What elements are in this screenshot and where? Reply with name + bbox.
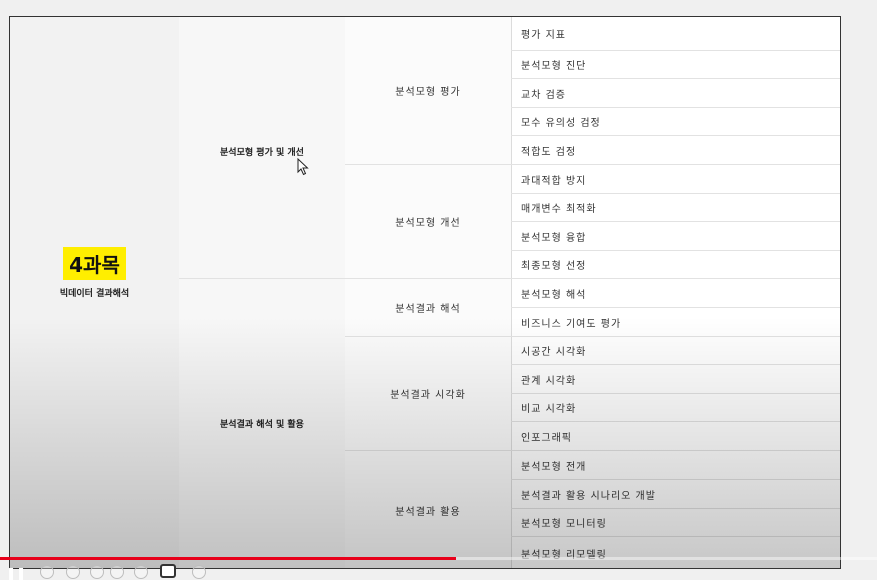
item-cell: 분석모형 진단 xyxy=(511,51,840,79)
pause-icon[interactable]: ❚❚ xyxy=(6,566,26,580)
subgroup-cell: 분석결과 활용 xyxy=(345,451,511,568)
item-label: 교차 검증 xyxy=(521,89,566,101)
course-column: 4과목 빅데이터 결과해석 xyxy=(10,17,180,568)
mouse-cursor-icon xyxy=(297,158,309,176)
mute-icon[interactable] xyxy=(66,565,80,579)
item-label: 평가 지표 xyxy=(521,30,566,41)
group-column: 분석모형 평가 및 개선 분석결과 해석 및 활용 xyxy=(179,17,346,568)
subgroup-label: 분석모형 평가 xyxy=(395,87,461,98)
group-label: 분석모형 평가 및 개선 xyxy=(220,148,304,158)
group-label: 분석결과 해석 및 활용 xyxy=(220,420,304,430)
item-cell: 분석모형 해석 xyxy=(511,279,840,308)
subgroup-label: 분석결과 해석 xyxy=(395,304,461,315)
miniplayer-icon[interactable] xyxy=(192,565,206,579)
item-label: 과대적합 방지 xyxy=(521,175,587,187)
item-cell: 분석모형 모니터링 xyxy=(511,509,840,537)
subgroup-cell: 분석모형 평가 xyxy=(345,17,511,165)
subgroup-label: 분석결과 시각화 xyxy=(390,390,466,401)
subgroup-cell: 분석모형 개선 xyxy=(345,165,511,279)
course-label: 4과목 xyxy=(63,247,126,280)
item-cell: 매개변수 최적화 xyxy=(511,194,840,222)
item-cell: 시공간 시각화 xyxy=(511,337,840,365)
video-progress-bar[interactable] xyxy=(0,557,877,560)
item-label: 매개변수 최적화 xyxy=(521,204,597,215)
item-label: 시공간 시각화 xyxy=(521,347,587,358)
item-label: 관계 시각화 xyxy=(521,375,577,387)
item-cell: 과대적합 방지 xyxy=(511,165,840,194)
player-controls: ❚❚ xyxy=(0,563,877,580)
item-label: 분석모형 진단 xyxy=(521,61,587,72)
item-label: 분석모형 모니터링 xyxy=(521,519,607,530)
item-label: 최종모형 선정 xyxy=(521,261,587,272)
item-cell: 비즈니스 기여도 평가 xyxy=(511,308,840,337)
item-cell: 분석모형 전개 xyxy=(511,451,840,480)
item-label: 인포그래픽 xyxy=(521,432,572,444)
item-cell: 분석모형 융합 xyxy=(511,222,840,251)
item-label: 비즈니스 기여도 평가 xyxy=(521,318,622,330)
item-cell: 모수 유의성 검정 xyxy=(511,108,840,136)
subgroup-column: 분석모형 평가 분석모형 개선 분석결과 해석 분석결과 시각화 분석결과 활용 xyxy=(345,17,512,568)
autoplay-icon[interactable] xyxy=(134,565,148,579)
item-cell: 적합도 검정 xyxy=(511,136,840,165)
settings-icon[interactable] xyxy=(110,565,124,579)
video-progress-fill xyxy=(0,557,457,560)
item-label: 분석결과 활용 시나리오 개발 xyxy=(521,490,656,502)
item-label: 모수 유의성 검정 xyxy=(521,118,601,129)
item-label: 분석모형 융합 xyxy=(521,232,587,244)
next-icon[interactable] xyxy=(40,565,54,579)
group-cell: 분석결과 해석 및 활용 xyxy=(179,279,345,568)
curriculum-table: 4과목 빅데이터 결과해석 분석모형 평가 및 개선 분석결과 해석 및 활용 … xyxy=(9,16,841,569)
volume-icon[interactable] xyxy=(90,565,104,579)
item-label: 비교 시각화 xyxy=(521,404,577,415)
subgroup-label: 분석결과 활용 xyxy=(395,507,461,518)
item-cell: 최종모형 선정 xyxy=(511,251,840,279)
item-cell: 평가 지표 xyxy=(511,17,840,51)
subgroup-cell: 분석결과 해석 xyxy=(345,279,511,337)
item-cell: 비교 시각화 xyxy=(511,394,840,422)
course-block: 4과목 빅데이터 결과해석 xyxy=(10,247,179,299)
item-cell: 인포그래픽 xyxy=(511,422,840,451)
item-cell: 관계 시각화 xyxy=(511,365,840,394)
item-cell: 교차 검증 xyxy=(511,79,840,108)
subgroup-cell: 분석결과 시각화 xyxy=(345,337,511,451)
group-cell: 분석모형 평가 및 개선 xyxy=(179,17,345,279)
item-label: 적합도 검정 xyxy=(521,146,577,158)
item-label: 분석모형 해석 xyxy=(521,289,587,301)
item-cell: 분석결과 활용 시나리오 개발 xyxy=(511,480,840,509)
subgroup-label: 분석모형 개선 xyxy=(395,218,461,229)
item-label: 분석모형 전개 xyxy=(521,461,587,473)
course-subtitle: 빅데이터 결과해석 xyxy=(59,289,130,299)
captions-icon[interactable] xyxy=(160,564,176,578)
item-column: 평가 지표 분석모형 진단 교차 검증 모수 유의성 검정 적합도 검정 과대적… xyxy=(511,17,840,568)
